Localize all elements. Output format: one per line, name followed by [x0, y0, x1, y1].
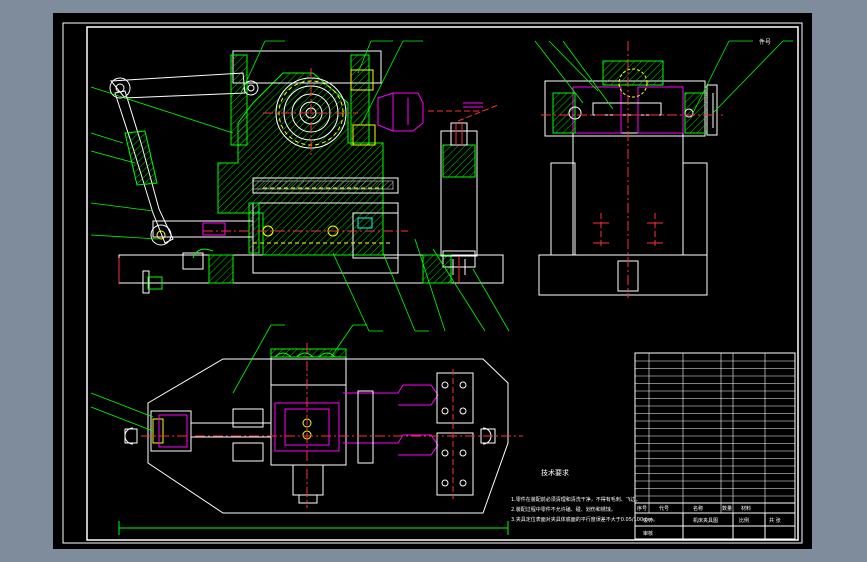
- header-material: 材料: [741, 505, 751, 512]
- header-qty: 数量: [722, 505, 732, 512]
- check-label: 审核: [643, 530, 653, 537]
- cad-viewport[interactable]: 件号 技术要求 1.零件在装配前必须清理和清洗干净，不得有毛刺、飞边。 2.装配…: [53, 13, 812, 549]
- tech-note-1: 1.零件在装配前必须清理和清洗干净，不得有毛刺、飞边。: [511, 496, 641, 503]
- header-code: 代号: [659, 505, 669, 512]
- tech-note-3: 3.夹具定位表面对夹具体底面的平行度误差不大于0.05/100mm。: [511, 516, 658, 523]
- side-view: [538, 41, 723, 298]
- tech-note-2: 2.装配过程中零件不允许磕、碰、划伤和锈蚀。: [511, 506, 616, 513]
- top-view: [118, 343, 523, 535]
- scale-label: 比例: [739, 517, 749, 524]
- front-view: [109, 50, 504, 294]
- design-label: 设计: [643, 517, 653, 524]
- top-view-leaders: [90, 324, 367, 432]
- assembly-drawing: 件号 技术要求 1.零件在装配前必须清理和清洗干净，不得有毛刺、飞边。 2.装配…: [62, 22, 803, 544]
- tech-requirements-title: 技术要求: [541, 468, 569, 477]
- header-name: 名称: [693, 505, 703, 512]
- sheet-label: 共 张: [769, 517, 781, 524]
- drawing-name: 机床夹具图: [693, 517, 718, 524]
- header-sequence: 序号: [637, 505, 647, 512]
- balloon-label: 件号: [759, 38, 771, 46]
